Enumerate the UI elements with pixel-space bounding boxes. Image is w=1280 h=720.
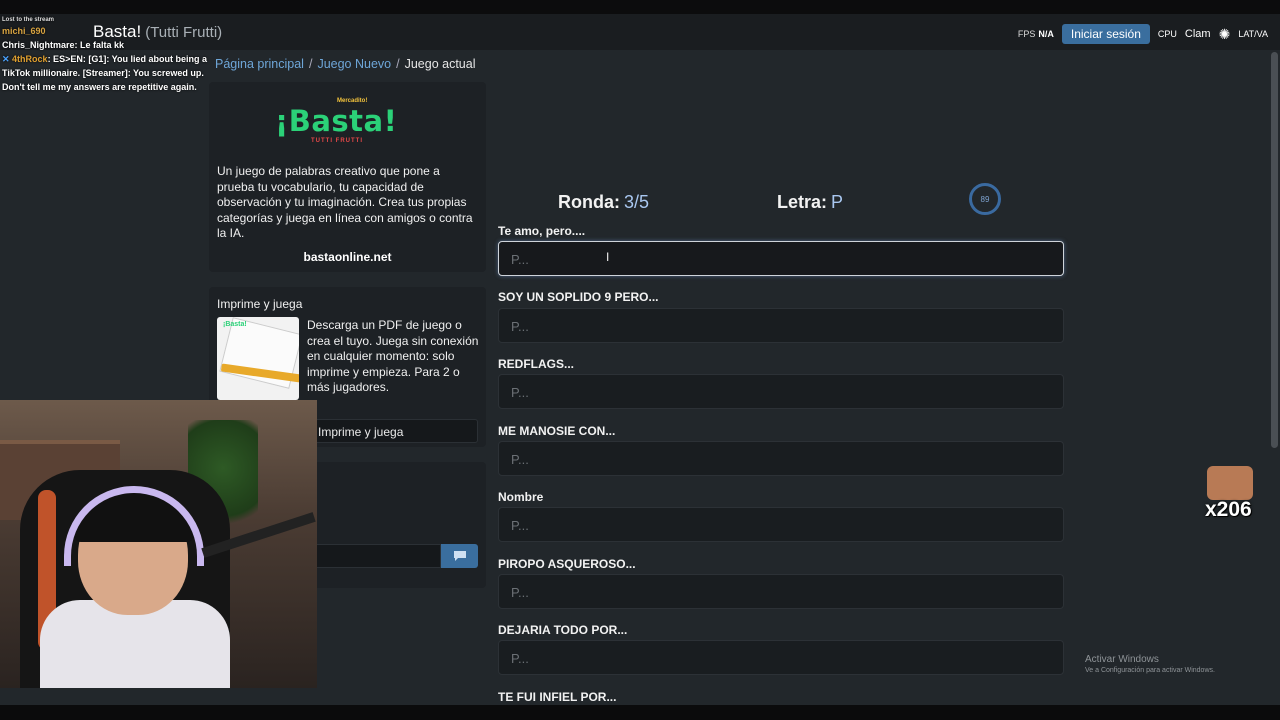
- countdown-timer: 89: [969, 183, 1001, 215]
- category-input[interactable]: P...: [498, 574, 1064, 609]
- breadcrumb-separator: /: [396, 57, 400, 71]
- basta-logo: Mercadito! ¡Basta! TUTTI FRUTTI: [275, 98, 398, 144]
- login-button[interactable]: Iniciar sesión: [1061, 24, 1150, 44]
- rec-label: Clam: [1184, 28, 1211, 40]
- breadcrumb: Página principal / Juego Nuevo / Juego a…: [215, 57, 475, 71]
- category-input[interactable]: P...: [498, 374, 1064, 409]
- promo-card: Mercadito! ¡Basta! TUTTI FRUTTI Un juego…: [209, 82, 486, 272]
- emote-counter: x206: [1205, 498, 1252, 521]
- promo-site-link[interactable]: bastaonline.net: [209, 250, 486, 264]
- windows-activation-watermark: Activar Windows Ve a Configuración para …: [1085, 654, 1215, 674]
- text-cursor-icon: I: [606, 250, 610, 264]
- theme-toggle-icon[interactable]: ✺: [1219, 26, 1231, 43]
- breadcrumb-separator: /: [308, 57, 313, 71]
- print-card-title: Imprime y juega: [217, 297, 303, 311]
- stream-chat-overlay: Lost to the stream michi_690 Chris_Night…: [2, 16, 212, 94]
- category-label: PIROPO ASQUEROSO...: [498, 557, 636, 571]
- category-label: Nombre: [498, 490, 544, 504]
- language-selector[interactable]: LAT/VA: [1238, 29, 1268, 39]
- category-input[interactable]: P...: [498, 308, 1064, 343]
- print-thumbnail: ¡Basta!: [217, 317, 299, 400]
- streamer-webcam: [0, 400, 317, 688]
- bottom-strip: [0, 705, 1280, 720]
- cpu-readout: CPU: [1157, 29, 1177, 39]
- breadcrumb-home-link[interactable]: Página principal: [215, 57, 304, 71]
- category-input[interactable]: P...: [498, 640, 1064, 675]
- page-scrollbar[interactable]: [1271, 52, 1278, 448]
- category-label: Te amo, pero....: [498, 224, 586, 238]
- round-indicator: Ronda: 3/5: [558, 192, 650, 212]
- chat-line: Chris_Nightmare: Le falta kk: [2, 40, 125, 50]
- send-message-button[interactable]: [441, 544, 478, 568]
- chat-line: ✕ 4thRock: ES>EN: [G1]: You lied about b…: [2, 54, 207, 92]
- print-card-text: Descarga un PDF de juego o crea el tuyo.…: [307, 318, 479, 394]
- chat-top-label: Lost to the stream: [2, 17, 55, 23]
- category-label: SOY UN SOPLIDO 9 PERO...: [498, 290, 659, 304]
- category-label: DEJARIA TODO POR...: [498, 623, 628, 637]
- category-input[interactable]: P...: [498, 241, 1064, 276]
- emote-image: [1207, 466, 1253, 500]
- category-input[interactable]: P...: [498, 441, 1064, 476]
- breadcrumb-new-game-link[interactable]: Juego Nuevo: [317, 57, 391, 71]
- breadcrumb-current: Juego actual: [404, 57, 476, 71]
- chat-line: michi_690: [2, 26, 46, 36]
- top-strip: [0, 0, 1280, 14]
- chat-bubble-icon: [453, 551, 466, 561]
- letter-indicator: Letra: P: [777, 192, 844, 212]
- category-label: ME MANOSIE CON...: [498, 424, 616, 438]
- category-label: TE FUI INFIEL POR...: [498, 690, 617, 704]
- category-label: REDFLAGS...: [498, 357, 575, 371]
- navbar-right: FPS N/A Iniciar sesión CPU Clam ✺ LAT/VA: [1018, 24, 1268, 44]
- fps-readout: FPS N/A: [1017, 29, 1054, 39]
- category-input[interactable]: P...: [498, 507, 1064, 542]
- promo-description: Un juego de palabras creativo que pone a…: [217, 164, 473, 240]
